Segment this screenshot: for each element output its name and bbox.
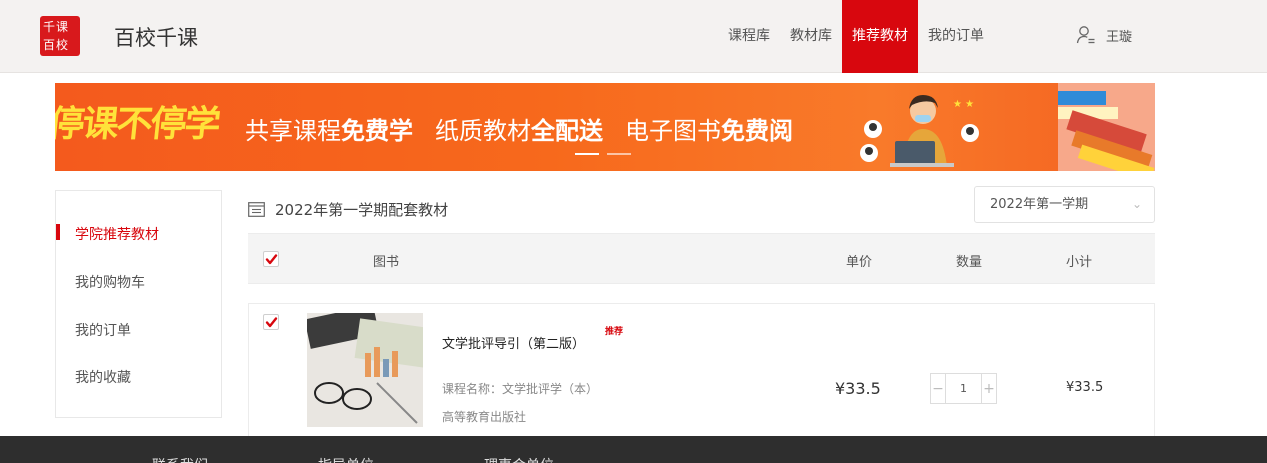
user-icon bbox=[1076, 26, 1095, 44]
nav-textbook-library[interactable]: 教材库 bbox=[780, 0, 842, 73]
recommend-badge: 推荐 bbox=[605, 327, 624, 337]
term-select-value: 2022年第一学期 bbox=[990, 197, 1089, 212]
chevron-down-icon: ⌄ bbox=[1131, 197, 1142, 211]
section-title-text: 2022年第一学期配套教材 bbox=[275, 201, 449, 219]
svg-text:★ ★: ★ ★ bbox=[953, 99, 974, 110]
sidebar-item-orders[interactable]: 我的订单 bbox=[75, 320, 131, 340]
carousel-dot[interactable] bbox=[607, 153, 631, 155]
banner-books-image bbox=[1058, 83, 1155, 171]
active-indicator bbox=[56, 224, 60, 240]
list-icon bbox=[248, 202, 265, 217]
nav-my-orders[interactable]: 我的订单 bbox=[918, 0, 994, 73]
top-header: 千课百校 百校千课 课程库 教材库 推荐教材 我的订单 王璇 bbox=[0, 0, 1267, 73]
publisher: 高等教育出版社 bbox=[442, 410, 527, 424]
header-price: 单价 bbox=[846, 255, 873, 270]
row-subtotal: ¥33.5 bbox=[1066, 380, 1104, 395]
row-checkbox[interactable] bbox=[263, 314, 279, 330]
book-cover-image bbox=[307, 313, 423, 427]
quantity-stepper: − 1 + bbox=[930, 373, 997, 404]
check-icon bbox=[265, 317, 278, 328]
student-laptop-illustration: ★ ★ bbox=[860, 95, 979, 167]
main-nav: 课程库 教材库 推荐教材 我的订单 bbox=[718, 0, 994, 73]
increment-button[interactable]: + bbox=[982, 374, 996, 403]
books-icon bbox=[1058, 83, 1155, 171]
book-cover[interactable] bbox=[307, 313, 423, 427]
decrement-button[interactable]: − bbox=[931, 374, 945, 403]
sidebar-item-cart[interactable]: 我的购物车 bbox=[75, 272, 145, 292]
carousel-dots bbox=[575, 153, 631, 155]
header-book: 图书 bbox=[373, 255, 400, 270]
slogan-part: 纸质教材 bbox=[435, 117, 531, 145]
table-row: 文学批评导引（第二版） 推荐 课程名称：文学批评学（本） 高等教育出版社 ¥33… bbox=[248, 303, 1155, 443]
sidebar-item-favorites[interactable]: 我的收藏 bbox=[75, 367, 131, 387]
sidebar: 学院推荐教材 我的购物车 我的订单 我的收藏 bbox=[55, 190, 222, 418]
slogan-highlight: 全配送 bbox=[531, 117, 603, 145]
check-icon bbox=[265, 254, 278, 265]
term-select[interactable]: 2022年第一学期 ⌄ bbox=[974, 186, 1155, 223]
nav-course-library[interactable]: 课程库 bbox=[718, 0, 780, 73]
slogan-highlight: 免费学 bbox=[341, 117, 413, 145]
sidebar-item-recommended[interactable]: 学院推荐教材 bbox=[75, 224, 159, 244]
banner-slogan: 共享课程免费学 纸质教材全配送 电子图书免费阅 bbox=[245, 111, 793, 146]
unit-price: ¥33.5 bbox=[835, 379, 881, 398]
slogan-part: 共享课程 bbox=[245, 117, 341, 145]
carousel-dot[interactable] bbox=[575, 153, 599, 155]
nav-recommended-textbooks[interactable]: 推荐教材 bbox=[842, 0, 918, 73]
select-all-checkbox[interactable] bbox=[263, 251, 279, 267]
brand-logo[interactable]: 千课百校 bbox=[40, 16, 80, 56]
cart-table-header: 图书 单价 数量 小计 bbox=[248, 233, 1155, 284]
header-qty: 数量 bbox=[956, 255, 983, 270]
slogan-highlight: 免费阅 bbox=[721, 117, 793, 145]
course-name: 课程名称：文学批评学（本） bbox=[442, 382, 599, 396]
slogan-part: 电子图书 bbox=[625, 117, 721, 145]
book-title[interactable]: 文学批评导引（第二版） bbox=[442, 333, 585, 352]
banner-calligraphy: 停课不停学 bbox=[55, 103, 221, 145]
logo-text: 千课百校 bbox=[43, 20, 70, 52]
footer-guidance-units[interactable]: 指导单位 bbox=[318, 455, 374, 463]
section-title: 2022年第一学期配套教材 bbox=[248, 199, 448, 220]
brand-name[interactable]: 百校千课 bbox=[114, 22, 198, 52]
footer-council-units[interactable]: 理事会单位 bbox=[484, 455, 554, 463]
header-subtotal: 小计 bbox=[1066, 255, 1093, 270]
quantity-input[interactable]: 1 bbox=[945, 374, 982, 403]
user-name: 王璇 bbox=[1106, 29, 1133, 45]
promo-banner[interactable]: 停课不停学 共享课程免费学 纸质教材全配送 电子图书免费阅 ★ ★ bbox=[55, 83, 1155, 171]
user-menu[interactable]: 王璇 bbox=[1076, 25, 1132, 45]
footer-contact-us[interactable]: 联系我们 bbox=[152, 455, 208, 463]
footer: 联系我们 指导单位 理事会单位 bbox=[0, 436, 1267, 463]
